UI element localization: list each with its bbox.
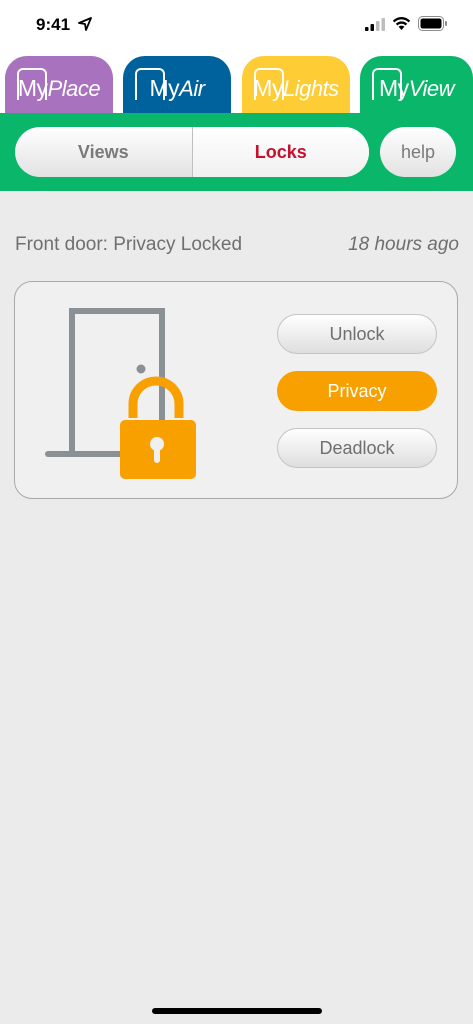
door-lock-illustration	[45, 308, 196, 479]
app-tab-mylights[interactable]: MyLights	[242, 56, 350, 120]
help-button[interactable]: help	[380, 127, 456, 177]
lock-status-time: 18 hours ago	[348, 234, 459, 255]
app-tab-bar: MyPlace MyAir MyLights MyView	[0, 52, 473, 120]
view-segmented-control: Views Locks	[15, 127, 369, 177]
status-bar: 9:41	[0, 0, 473, 52]
deadlock-button[interactable]: Deadlock	[277, 428, 437, 468]
padlock-icon	[120, 376, 196, 479]
app-tab-name: Place	[47, 75, 101, 101]
app-tab-name: Air	[179, 75, 205, 101]
battery-icon	[418, 16, 447, 31]
app-tab-name: Lights	[282, 75, 339, 101]
app-tab-myair[interactable]: MyAir	[123, 56, 231, 120]
lock-card: Unlock Privacy Deadlock	[14, 281, 458, 499]
app-tab-prefix: My	[253, 74, 283, 101]
app-tab-name: View	[408, 75, 455, 101]
segment-views[interactable]: Views	[15, 127, 193, 177]
app-tab-prefix: My	[17, 74, 48, 101]
app-tab-prefix: My	[379, 74, 409, 101]
privacy-button[interactable]: Privacy	[277, 371, 437, 411]
app-tab-prefix: My	[149, 74, 180, 101]
status-time: 9:41	[36, 15, 71, 34]
cellular-signal-icon	[365, 18, 385, 31]
app-tab-myview[interactable]: MyView	[360, 56, 473, 120]
home-indicator[interactable]	[152, 1008, 322, 1014]
section-toolbar: Views Locks help	[0, 113, 473, 191]
lock-status-text: Front door: Privacy Locked	[15, 234, 243, 255]
lock-status-row: Front door: Privacy Locked 18 hours ago	[15, 234, 459, 256]
unlock-button[interactable]: Unlock	[277, 314, 437, 354]
segment-locks[interactable]: Locks	[192, 127, 369, 177]
location-arrow-icon	[78, 17, 92, 31]
app-tab-myplace[interactable]: MyPlace	[5, 56, 113, 120]
wifi-icon	[392, 17, 411, 30]
